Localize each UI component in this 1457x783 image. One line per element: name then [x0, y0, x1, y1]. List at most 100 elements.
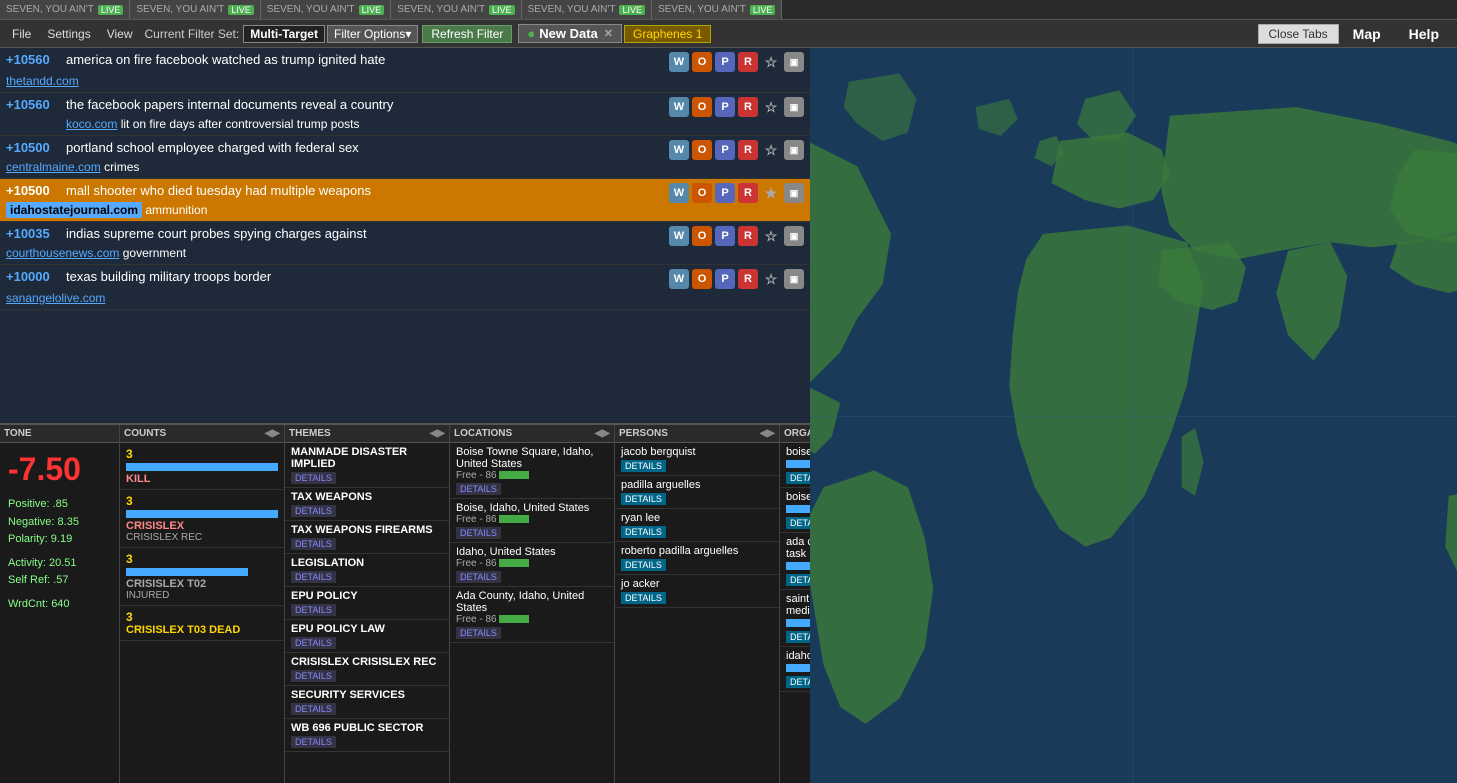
star-btn-1[interactable]: ☆ [761, 52, 781, 72]
news-source-4[interactable]: idahostatejournal.com [6, 202, 142, 218]
person-3: ryan lee DETAILS [615, 509, 779, 542]
theme-details-4[interactable]: DETAILS [291, 571, 336, 583]
person-details-3[interactable]: DETAILS [621, 526, 666, 538]
tab-strip[interactable]: SEVEN, YOU AIN'T LIVE SEVEN, YOU AIN'T L… [0, 0, 1457, 20]
o-btn-6[interactable]: O [692, 269, 712, 289]
star-btn-3[interactable]: ☆ [761, 140, 781, 160]
news-item-6: +10000 texas building military troops bo… [0, 265, 810, 310]
view-menu[interactable]: View [99, 25, 141, 43]
p-btn-2[interactable]: P [715, 97, 735, 117]
news-actions-4: W O P R ★ ▣ [669, 183, 804, 203]
tab-4[interactable]: SEVEN, YOU AIN'T LIVE [391, 0, 521, 20]
count-bar-1 [126, 463, 278, 471]
o-btn-2[interactable]: O [692, 97, 712, 117]
news-source-3[interactable]: centralmaine.com [6, 160, 101, 174]
tab-5[interactable]: SEVEN, YOU AIN'T LIVE [522, 0, 652, 20]
star-btn-2[interactable]: ☆ [761, 97, 781, 117]
org-details-4[interactable]: DETAILS [786, 631, 810, 643]
left-section: +10560 america on fire facebook watched … [0, 48, 810, 783]
theme-details-9[interactable]: DETAILS [291, 736, 336, 748]
org-details-5[interactable]: DETAILS [786, 676, 810, 688]
org-3: ada county critical incident task DETAIL… [780, 533, 810, 590]
news-source-6[interactable]: sanangelolive.com [6, 291, 804, 305]
img-btn-6[interactable]: ▣ [784, 269, 804, 289]
theme-1: MANMADE DISASTER IMPLIED DETAILS [285, 443, 449, 488]
org-bar-5 [786, 664, 810, 672]
w-btn-4[interactable]: W [669, 183, 689, 203]
w-btn-5[interactable]: W [669, 226, 689, 246]
p-btn-6[interactable]: P [715, 269, 735, 289]
img-btn-1[interactable]: ▣ [784, 52, 804, 72]
news-title-2: the facebook papers internal documents r… [66, 97, 661, 114]
w-btn-3[interactable]: W [669, 140, 689, 160]
p-btn-1[interactable]: P [715, 52, 735, 72]
o-btn-1[interactable]: O [692, 52, 712, 72]
tab-6[interactable]: SEVEN, YOU AIN'T LIVE [652, 0, 782, 20]
theme-details-5[interactable]: DETAILS [291, 604, 336, 616]
star-btn-5[interactable]: ☆ [761, 226, 781, 246]
map-button[interactable]: Map [1339, 24, 1395, 44]
map-panel[interactable] [810, 48, 1457, 783]
p-btn-5[interactable]: P [715, 226, 735, 246]
refresh-filter-button[interactable]: Refresh Filter [422, 25, 512, 43]
img-btn-3[interactable]: ▣ [784, 140, 804, 160]
person-details-2[interactable]: DETAILS [621, 493, 666, 505]
org-details-1[interactable]: DETAILS [786, 472, 810, 484]
new-data-close[interactable]: ✕ [604, 27, 613, 40]
news-source-2[interactable]: koco.com [66, 117, 117, 131]
o-btn-4[interactable]: O [692, 183, 712, 203]
news-source-5[interactable]: courthousenews.com [6, 246, 119, 260]
new-data-tab[interactable]: ● New Data ✕ [518, 24, 622, 43]
img-btn-2[interactable]: ▣ [784, 97, 804, 117]
w-btn-1[interactable]: W [669, 52, 689, 72]
theme-details-6[interactable]: DETAILS [291, 637, 336, 649]
tone-column: TONE -7.50 Positive: .85 Negative: 8.35 … [0, 425, 120, 783]
close-tabs-button[interactable]: Close Tabs [1258, 24, 1339, 44]
location-details-3[interactable]: DETAILS [456, 571, 501, 583]
r-btn-6[interactable]: R [738, 269, 758, 289]
r-btn-4[interactable]: R [738, 183, 758, 203]
locations-column: LOCATIONS ◀▶ Boise Towne Square, Idaho, … [450, 425, 615, 783]
theme-details-7[interactable]: DETAILS [291, 670, 336, 682]
theme-7: CRISISLEX CRISISLEX REC DETAILS [285, 653, 449, 686]
person-details-1[interactable]: DETAILS [621, 460, 666, 472]
o-btn-5[interactable]: O [692, 226, 712, 246]
location-details-1[interactable]: DETAILS [456, 483, 501, 495]
p-btn-3[interactable]: P [715, 140, 735, 160]
theme-details-1[interactable]: DETAILS [291, 472, 336, 484]
graphenes-tab[interactable]: Graphenes 1 [624, 25, 711, 43]
r-btn-5[interactable]: R [738, 226, 758, 246]
p-btn-4[interactable]: P [715, 183, 735, 203]
theme-details-8[interactable]: DETAILS [291, 703, 336, 715]
settings-menu[interactable]: Settings [39, 25, 98, 43]
star-btn-6[interactable]: ☆ [761, 269, 781, 289]
theme-details-2[interactable]: DETAILS [291, 505, 336, 517]
file-menu[interactable]: File [4, 25, 39, 43]
r-btn-2[interactable]: R [738, 97, 758, 117]
tab-3[interactable]: SEVEN, YOU AIN'T LIVE [261, 0, 391, 20]
img-btn-4[interactable]: ▣ [784, 183, 804, 203]
person-details-5[interactable]: DETAILS [621, 592, 666, 604]
news-title-3: portland school employee charged with fe… [66, 140, 661, 157]
tone-stats: Positive: .85 Negative: 8.35 Polarity: 9… [0, 492, 119, 618]
tab-1[interactable]: SEVEN, YOU AIN'T LIVE [0, 0, 130, 20]
theme-details-3[interactable]: DETAILS [291, 538, 336, 550]
location-details-2[interactable]: DETAILS [456, 527, 501, 539]
org-details-3[interactable]: DETAILS [786, 574, 810, 586]
o-btn-3[interactable]: O [692, 140, 712, 160]
person-details-4[interactable]: DETAILS [621, 559, 666, 571]
org-details-2[interactable]: DETAILS [786, 517, 810, 529]
help-button[interactable]: Help [1395, 24, 1453, 44]
news-source-1[interactable]: thetandd.com [6, 74, 804, 88]
r-btn-1[interactable]: R [738, 52, 758, 72]
news-list[interactable]: +10560 america on fire facebook watched … [0, 48, 810, 423]
location-details-4[interactable]: DETAILS [456, 627, 501, 639]
w-btn-6[interactable]: W [669, 269, 689, 289]
w-btn-2[interactable]: W [669, 97, 689, 117]
filter-options-button[interactable]: Filter Options▾ [327, 25, 418, 43]
img-btn-5[interactable]: ▣ [784, 226, 804, 246]
news-item-5: +10035 indias supreme court probes spyin… [0, 222, 810, 265]
r-btn-3[interactable]: R [738, 140, 758, 160]
tab-2[interactable]: SEVEN, YOU AIN'T LIVE [130, 0, 260, 20]
star-btn-4[interactable]: ★ [761, 183, 781, 203]
